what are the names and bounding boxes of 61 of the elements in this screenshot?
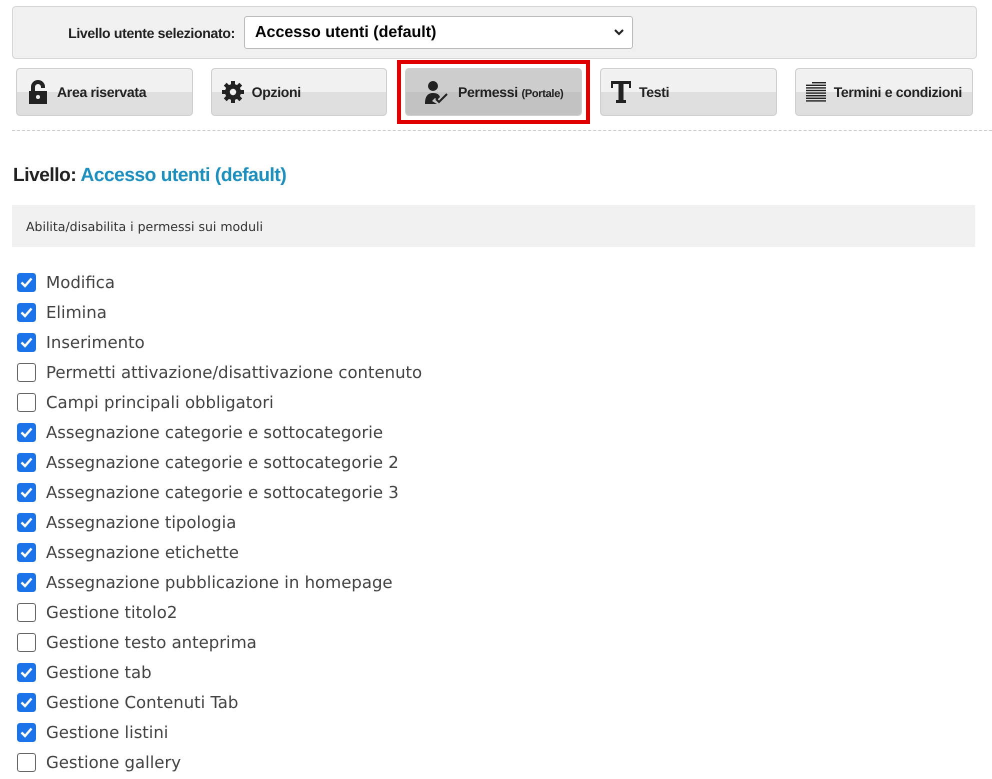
user-check-icon — [424, 80, 450, 104]
permission-label: Inserimento — [46, 332, 145, 352]
level-label: Livello utente selezionato: — [67, 24, 235, 40]
checkbox[interactable] — [17, 272, 36, 292]
permission-label: Gestione listini — [46, 722, 168, 742]
info-box: Abilita/disabilita i permessi sui moduli — [12, 205, 975, 247]
tab[interactable]: Permessi (Portale) — [405, 68, 582, 116]
check-icon — [20, 546, 33, 558]
check-icon — [20, 306, 33, 318]
permission-label: Assegnazione categorie e sottocategorie 2 — [46, 452, 399, 472]
permission-label: Gestione tab — [46, 662, 152, 682]
gear-icon — [222, 81, 244, 103]
level-dropdown[interactable]: Accesso utenti (default) — [244, 16, 633, 49]
level-heading: Livello: Accesso utenti (default) — [13, 165, 288, 187]
permission-label: Assegnazione categorie e sottocategorie 3 — [46, 482, 399, 502]
permission-label: Gestione testo anteprima — [46, 632, 257, 652]
permission-label: Assegnazione categorie e sottocategorie — [46, 422, 384, 442]
check-icon — [20, 336, 33, 348]
checkbox[interactable] — [17, 542, 36, 562]
checkbox[interactable] — [17, 332, 36, 352]
check-icon — [20, 576, 33, 588]
check-icon — [20, 426, 33, 438]
permission-label: Gestione Contenuti Tab — [46, 692, 238, 712]
permission-label: Campi principali obbligatori — [46, 392, 274, 412]
check-icon — [20, 726, 33, 738]
tab[interactable]: Opzioni — [210, 68, 388, 116]
lines-icon — [806, 82, 826, 102]
check-icon — [20, 486, 33, 498]
permission-label: Permetti attivazione/disattivazione contenuto — [46, 362, 422, 382]
letter-t-icon — [611, 81, 632, 103]
padlock-icon — [27, 80, 49, 104]
check-icon — [20, 696, 33, 708]
tab[interactable]: Area riservata — [16, 68, 193, 116]
checkbox[interactable] — [17, 722, 36, 742]
checkbox[interactable] — [17, 362, 36, 382]
checkbox[interactable] — [17, 422, 36, 442]
check-icon — [20, 456, 33, 468]
checkbox[interactable] — [17, 392, 36, 412]
permission-label: Assegnazione pubblicazione in homepage — [46, 572, 393, 592]
tab[interactable]: Testi — [600, 68, 777, 116]
checkbox[interactable] — [17, 512, 36, 532]
permission-label: Gestione titolo2 — [46, 602, 178, 622]
checkbox[interactable] — [17, 602, 36, 622]
permission-label: Assegnazione tipologia — [46, 512, 236, 532]
check-icon — [20, 276, 33, 288]
checkbox[interactable] — [17, 302, 36, 322]
checkbox[interactable] — [17, 752, 36, 772]
permission-label: Assegnazione etichette — [46, 542, 239, 562]
checkbox[interactable] — [17, 452, 36, 472]
tab[interactable]: Termini e condizioni — [794, 68, 973, 116]
checkbox[interactable] — [17, 482, 36, 502]
checkbox[interactable] — [17, 692, 36, 712]
permission-label: Gestione gallery — [46, 752, 181, 772]
checkbox[interactable] — [17, 572, 36, 592]
check-icon — [20, 516, 33, 528]
check-icon — [20, 666, 33, 678]
permission-label: Modifica — [46, 272, 115, 292]
checkbox[interactable] — [17, 632, 36, 652]
permission-label: Elimina — [46, 302, 107, 322]
chevron-icon — [614, 29, 624, 36]
checkbox[interactable] — [17, 662, 36, 682]
